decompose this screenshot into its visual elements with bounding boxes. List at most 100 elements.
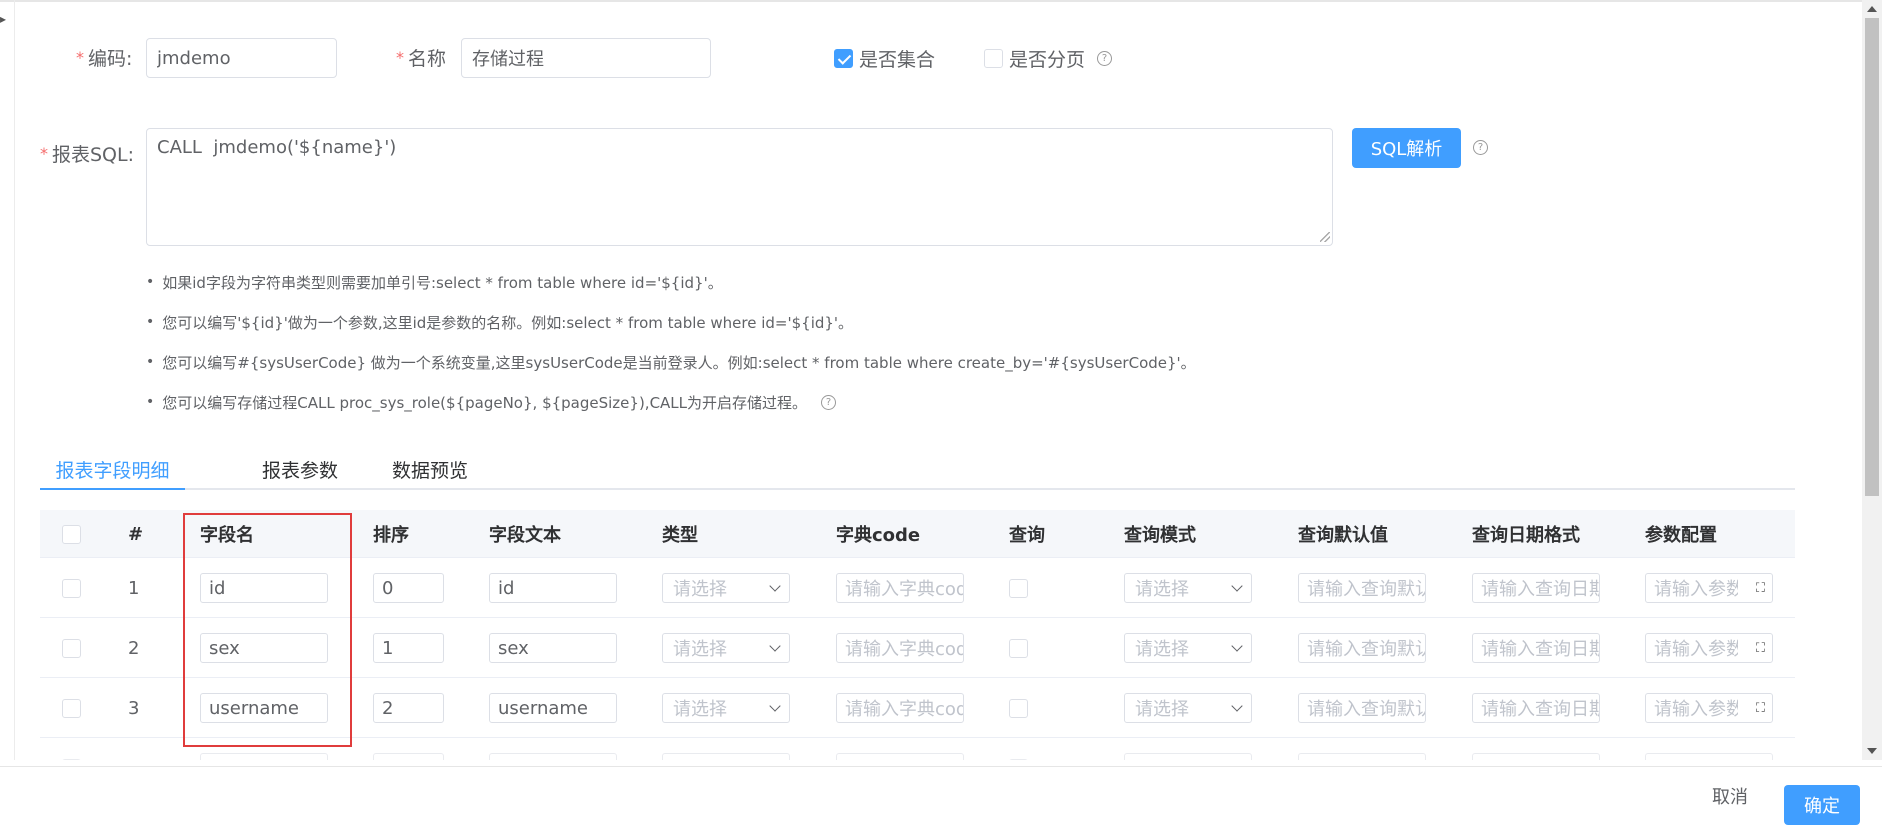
default-value-input[interactable]: 请输入查询默认值 [1298,633,1426,663]
name-label: * 名称 [396,48,447,70]
is-collection-checkbox-group[interactable]: 是否集合 [834,45,935,72]
select-all-checkbox[interactable] [62,524,81,544]
sql-textarea[interactable]: CALL jmdemo('${name}') [146,128,1333,246]
tab-field-details[interactable]: 报表字段明细 [40,448,185,490]
resize-grip-icon[interactable] [1320,232,1330,242]
row-checkbox[interactable] [62,638,81,658]
field-name-input[interactable]: id [200,573,328,603]
sql-tips-list: 如果id字段为字符串类型则需要加单引号:select * from table … [146,262,1196,422]
date-format-input[interactable]: 请输入查询日期格式 [1472,573,1600,603]
detail-tabs: 报表字段明细 报表参数 数据预览 [40,448,1795,490]
is-collection-checkbox[interactable] [834,49,853,68]
sql-label: * 报表SQL: [40,144,135,166]
sql-parse-button[interactable]: SQL解析 [1352,128,1461,168]
default-value-input[interactable] [1298,753,1426,760]
help-icon[interactable]: ? [1473,140,1488,155]
active-tab-indicator [40,488,185,490]
type-select[interactable]: 请选择 [662,693,790,723]
code-input[interactable] [146,38,337,78]
row-index: 2 [128,637,140,659]
is-paged-label: 是否分页 [1009,49,1086,71]
param-config-input[interactable]: 请输入参数配置⛶ [1645,573,1773,603]
default-value-input[interactable]: 请输入查询默认值 [1298,573,1426,603]
row-index: 1 [128,577,140,599]
row-checkbox[interactable] [62,758,81,760]
tip-item: 如果id字段为字符串类型则需要加单引号:select * from table … [146,262,1196,302]
query-mode-select[interactable]: 请选择 [1124,693,1252,723]
fullscreen-icon[interactable]: ⛶ [1756,641,1765,656]
date-format-input[interactable]: 请输入查询日期格式 [1472,693,1600,723]
row-checkbox-cell[interactable] [62,738,81,760]
row-checkbox-cell[interactable] [62,678,81,738]
dict-code-input[interactable]: 请输入字典code [836,693,964,723]
default-value-input[interactable]: 请输入查询默认值 [1298,693,1426,723]
chevron-down-icon [769,640,781,652]
type-select[interactable]: 请选择 [662,633,790,663]
field-name-input[interactable]: username [200,693,328,723]
fullscreen-icon[interactable]: ⛶ [1756,581,1765,596]
query-checkbox[interactable] [1009,758,1028,760]
field-text-input[interactable] [489,753,617,760]
chevron-down-icon [1231,700,1243,712]
is-paged-checkbox[interactable] [984,49,1003,68]
field-text-input[interactable]: sex [489,633,617,663]
dialog-footer: 取消 确定 [0,766,1882,826]
collapse-caret-icon[interactable]: ▸ [0,12,6,26]
row-checkbox-cell[interactable] [62,618,81,678]
table-row: 1 id 0 id 请选择 请输入字典code 请选择 请输入查询默认值 请输入… [40,558,1795,618]
scroll-down-arrow-icon[interactable] [1867,748,1877,754]
type-select[interactable] [662,753,790,760]
param-config-input[interactable] [1645,753,1773,760]
required-mark: * [40,144,48,163]
tip-item: 您可以编写'${id}'做为一个参数,这里id是参数的名称。例如:select … [146,302,1196,342]
row-checkbox-cell[interactable] [62,558,81,618]
param-config-input[interactable]: 请输入参数配置⛶ [1645,633,1773,663]
query-mode-select[interactable]: 请选择 [1124,633,1252,663]
row-checkbox[interactable] [62,578,81,598]
scroll-thumb[interactable] [1865,18,1879,496]
row-checkbox[interactable] [62,698,81,718]
scroll-up-arrow-icon[interactable] [1867,6,1877,12]
order-input[interactable]: 2 [373,693,444,723]
query-checkbox[interactable] [1009,638,1028,658]
vertical-scrollbar[interactable] [1862,0,1882,760]
header-dict-code: 字典code [836,525,921,546]
confirm-button[interactable]: 确定 [1784,785,1860,825]
help-icon[interactable]: ? [1097,51,1113,66]
param-config-input[interactable]: 请输入参数配置⛶ [1645,693,1773,723]
dict-code-input[interactable]: 请输入字典code [836,573,964,603]
dict-code-input[interactable]: 请输入字典code [836,633,964,663]
field-name-input[interactable] [200,753,328,760]
order-input[interactable]: 1 [373,633,444,663]
query-checkbox[interactable] [1009,698,1028,718]
name-input[interactable] [461,38,711,78]
header-param-config: 参数配置 [1645,525,1717,546]
dict-code-input[interactable] [836,753,964,760]
order-input[interactable]: 0 [373,573,444,603]
field-text-input[interactable]: id [489,573,617,603]
field-text-input[interactable]: username [489,693,617,723]
required-mark: * [76,48,84,67]
header-order: 排序 [373,525,409,546]
field-name-input[interactable]: sex [200,633,328,663]
table-row: 3 username 2 username 请选择 请输入字典code 请选择 … [40,678,1795,738]
date-format-input[interactable] [1472,753,1600,760]
query-checkbox[interactable] [1009,578,1028,598]
tab-data-preview[interactable]: 数据预览 [355,448,505,490]
select-all-checkbox-cell[interactable] [62,510,81,558]
header-index: # [128,523,144,545]
date-format-input[interactable]: 请输入查询日期格式 [1472,633,1600,663]
cancel-button[interactable]: 取消 [1712,783,1748,809]
table-row: 2 sex 1 sex 请选择 请输入字典code 请选择 请输入查询默认值 请… [40,618,1795,678]
chevron-down-icon [769,700,781,712]
order-input[interactable] [373,753,444,760]
tip-item: 您可以编写存储过程CALL proc_sys_role(${pageNo}, $… [146,382,1196,422]
query-mode-select[interactable] [1124,753,1252,760]
is-paged-checkbox-group[interactable]: 是否分页 ? [984,45,1113,72]
query-mode-select[interactable]: 请选择 [1124,573,1252,603]
fullscreen-icon[interactable]: ⛶ [1756,701,1765,716]
help-icon[interactable]: ? [821,394,837,410]
tab-report-params[interactable]: 报表参数 [225,448,375,490]
type-select[interactable]: 请选择 [662,573,790,603]
left-border [14,0,15,760]
